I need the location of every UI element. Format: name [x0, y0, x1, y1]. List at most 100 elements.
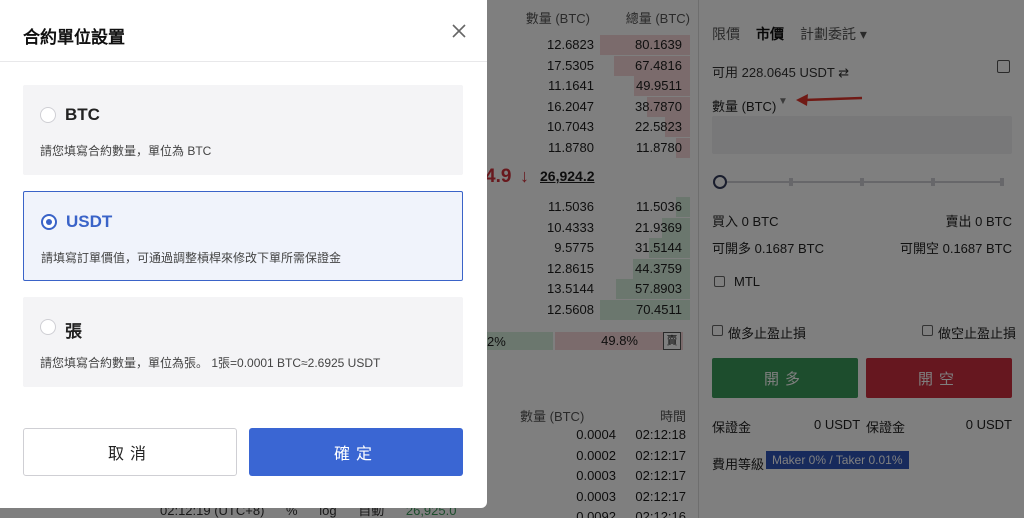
cancel-button[interactable]: 取消	[23, 428, 237, 476]
quantity-input[interactable]	[712, 116, 1012, 154]
orderbook-qty: 11.1641	[547, 78, 594, 93]
orderbook-total: 38.7870	[635, 98, 682, 114]
buy-ratio-bar: 2%	[487, 332, 553, 350]
trade-time: 02:12:16	[635, 509, 686, 518]
contract-unit-dialog: 合約單位設置 BTC 請您填寫合約數量，單位為 BTC USDT 請填寫訂單價值…	[0, 0, 487, 508]
radio-selected-icon[interactable]	[41, 214, 57, 230]
trade-qty: 0.0003	[576, 488, 616, 504]
open-short-button[interactable]: 開空	[866, 358, 1012, 398]
orderbook-row[interactable]: 12.5608 70.4511	[500, 299, 690, 320]
orderbook-qty: 10.4333	[547, 219, 594, 235]
orderbook-total: 22.5823	[635, 119, 682, 134]
orderbook-total: 11.5036	[635, 199, 682, 214]
unit-option-contracts[interactable]: 張 請您填寫合約數量，單位為張。 1張=0.0001 BTC≈2.6925 US…	[23, 297, 463, 387]
orderbook-total: 70.4511	[635, 301, 682, 317]
confirm-button[interactable]: 確定	[249, 428, 463, 476]
trade-qty: 0.0004	[576, 427, 616, 442]
orderbook-qty: 13.5144	[547, 281, 594, 296]
orderbook-row[interactable]: 12.6823 80.1639	[500, 35, 690, 55]
trade-row: 0.0003 02:12:17	[520, 468, 686, 483]
orderbook-row[interactable]: 16.2047 38.7870	[500, 96, 690, 117]
tab-limit[interactable]: 限價	[712, 24, 740, 44]
trade-row: 0.0003 02:12:17	[520, 489, 686, 504]
orderbook-row[interactable]: 11.8780 11.8780	[500, 137, 690, 158]
radio-icon[interactable]	[40, 319, 56, 335]
trade-qty: 0.0092	[576, 509, 616, 518]
orderbook-qty: 11.5036	[547, 199, 594, 214]
slider-handle[interactable]	[713, 175, 727, 189]
trades-qty-header: 數量 (BTC)	[520, 409, 585, 424]
dialog-title: 合約單位設置	[23, 28, 125, 47]
mtl-checkbox[interactable]	[714, 276, 725, 287]
trade-time: 02:12:17	[635, 468, 686, 483]
orderbook-qty: 12.6823	[547, 37, 594, 52]
orderbook-total: 11.8780	[635, 139, 682, 155]
quantity-unit-label[interactable]: 數量 (BTC)	[712, 96, 776, 115]
annotation-arrow-icon	[796, 94, 863, 106]
available-balance: 可用 228.0645 USDT ⇄	[712, 65, 850, 80]
trade-qty: 0.0003	[576, 468, 616, 483]
fee-tier-badge[interactable]: Maker 0% / Taker 0.01%	[766, 451, 909, 469]
trades-header: 數量 (BTC) 時間	[520, 406, 686, 425]
orderbook-total: 49.9511	[635, 78, 682, 93]
orderbook-qty: 12.5608	[547, 301, 594, 317]
tab-trigger[interactable]: 計劃委託 ▾	[800, 24, 867, 44]
orderbook-row[interactable]: 10.7043 22.5823	[500, 117, 690, 137]
margin-long-value: 0 USDT	[814, 417, 861, 432]
orderbook-row[interactable]: 11.1641 49.9511	[500, 76, 690, 96]
orderbook-qty: 16.2047	[547, 98, 594, 114]
orderbook-row[interactable]: 17.5305 67.4816	[500, 55, 690, 76]
trade-row: 0.0002 02:12:17	[520, 448, 686, 463]
orderbook-total: 44.3759	[635, 260, 682, 276]
buy-amount: 買入 0 BTC	[712, 214, 779, 229]
orderbook-qty-header: 數量 (BTC)	[525, 11, 590, 26]
orderbook-qty: 17.5305	[547, 57, 594, 73]
orderbook-row[interactable]: 13.5144 57.8903	[500, 279, 690, 299]
slider-tick	[789, 178, 793, 186]
margin-short-value: 0 USDT	[965, 417, 1012, 432]
open-long-button[interactable]: 開多	[712, 358, 858, 398]
price-down-icon: ↓	[520, 166, 529, 186]
orderbook-total: 21.9369	[635, 219, 682, 235]
option-description: 請您填寫合約數量，單位為張。 1張=0.0001 BTC≈2.6925 USDT	[40, 356, 381, 370]
panel-divider	[698, 0, 699, 518]
mtl-label: MTL	[734, 274, 760, 289]
orderbook-qty: 12.8615	[547, 260, 594, 276]
sell-badge: 賣	[663, 332, 681, 350]
last-price: 4.9	[485, 166, 512, 187]
tab-market[interactable]: 市價	[756, 24, 784, 44]
trade-row: 0.0092 02:12:16	[520, 509, 686, 518]
unit-option-btc[interactable]: BTC 請您填寫合約數量，單位為 BTC	[23, 85, 463, 175]
max-short: 可開空 0.1687 BTC	[900, 241, 1012, 256]
long-tpsl-checkbox[interactable]	[712, 325, 723, 336]
option-title: 張	[65, 322, 82, 341]
sell-amount: 賣出 0 BTC	[945, 214, 1012, 229]
orderbook-total: 31.5144	[635, 240, 682, 255]
orderbook-qty: 10.7043	[547, 119, 594, 134]
orderbook-row[interactable]: 10.4333 21.9369	[500, 217, 690, 238]
radio-icon[interactable]	[40, 107, 56, 123]
unit-option-usdt[interactable]: USDT 請填寫訂單價值，可通過調整槓桿來修改下單所需保證金	[23, 191, 463, 281]
slider-tick	[1000, 178, 1004, 186]
trade-time: 02:12:17	[635, 488, 686, 504]
orderbook-total: 80.1639	[635, 37, 682, 52]
close-icon[interactable]	[450, 22, 468, 40]
short-tpsl-label: 做空止盈止損	[938, 326, 1017, 341]
short-tpsl-checkbox[interactable]	[922, 325, 933, 336]
orderbook-row[interactable]: 11.5036 11.5036	[500, 197, 690, 217]
trades-time-header: 時間	[659, 409, 686, 424]
buy-ratio: 2%	[487, 334, 506, 349]
mark-price[interactable]: 26,924.2	[540, 168, 595, 184]
max-long: 可開多 0.1687 BTC	[712, 241, 824, 256]
option-title: USDT	[66, 212, 113, 231]
orderbook-qty: 11.8780	[547, 139, 594, 155]
dialog-divider	[0, 61, 487, 62]
caret-down-icon[interactable]: ▼	[778, 96, 788, 107]
option-description: 請填寫訂單價值，可通過調整槓桿來修改下單所需保證金	[41, 251, 342, 265]
orderbook-row[interactable]: 9.5775 31.5144	[500, 238, 690, 258]
trade-time: 02:12:17	[635, 447, 686, 463]
orderbook-total-header: 總量 (BTC)	[625, 11, 690, 26]
trade-row: 0.0004 02:12:18	[520, 427, 686, 442]
calculator-icon[interactable]	[997, 60, 1010, 73]
orderbook-row[interactable]: 12.8615 44.3759	[500, 258, 690, 279]
